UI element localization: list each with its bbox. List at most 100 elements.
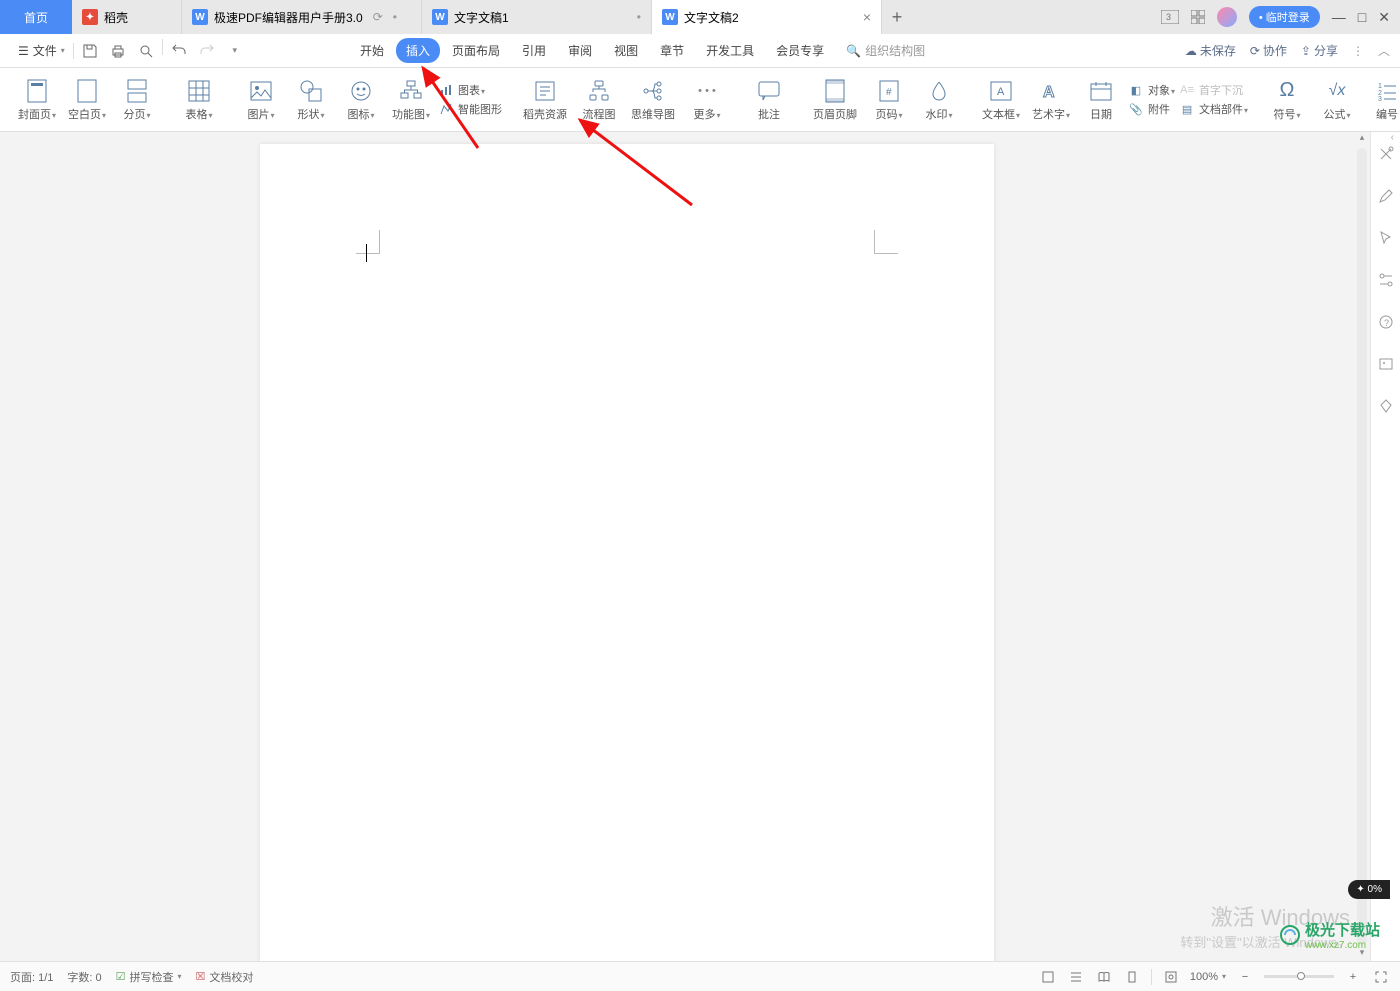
tab-member[interactable]: 会员专享 [766, 38, 834, 63]
spell-check-toggle[interactable]: ☑拼写检查▾ [116, 969, 182, 985]
view-page-button[interactable] [1039, 968, 1057, 986]
icon-button[interactable]: 图标 [338, 72, 384, 128]
undo-button[interactable] [167, 39, 191, 63]
close-tab-icon[interactable]: × [843, 9, 871, 25]
blank-page-button[interactable]: 空白页 [64, 72, 110, 128]
fit-page-button[interactable] [1162, 968, 1180, 986]
settings-panel-button[interactable] [1376, 270, 1396, 290]
avatar[interactable] [1217, 7, 1237, 27]
tab-docker[interactable]: ✦ 稻壳 [72, 0, 182, 34]
attachment-button[interactable]: 📎附件 [1128, 101, 1175, 117]
scroll-down-button[interactable]: ▾ [1354, 947, 1370, 961]
zoom-slider[interactable] [1264, 975, 1334, 978]
fullscreen-button[interactable] [1372, 968, 1390, 986]
svg-text:3: 3 [1378, 96, 1382, 102]
table-icon [186, 78, 212, 104]
login-button[interactable]: • 临时登录 [1249, 6, 1320, 28]
style-panel-button[interactable] [1376, 144, 1396, 164]
view-web-button[interactable] [1123, 968, 1141, 986]
symbol-button[interactable]: Ω符号 [1264, 72, 1310, 128]
header-footer-button[interactable]: 页眉页脚 [808, 72, 862, 128]
tab-developer[interactable]: 开发工具 [696, 38, 764, 63]
page-number-button[interactable]: #页码 [866, 72, 912, 128]
word-count[interactable]: 字数: 0 [67, 969, 101, 985]
tab-view[interactable]: 视图 [604, 38, 648, 63]
scroll-up-button[interactable]: ▴ [1354, 132, 1370, 146]
wordart-button[interactable]: A艺术字 [1028, 72, 1074, 128]
cover-page-button[interactable]: 封面页 [14, 72, 60, 128]
equation-button[interactable]: √x公式 [1314, 72, 1360, 128]
maximize-button[interactable]: □ [1358, 9, 1366, 25]
scroll-track[interactable] [1357, 148, 1367, 945]
share-button[interactable]: ⇪分享 [1301, 42, 1338, 59]
comment-button[interactable]: 批注 [746, 72, 792, 128]
tab-doc2[interactable]: W 文字文稿2 × [652, 0, 882, 34]
tab-insert[interactable]: 插入 [396, 38, 440, 63]
diamond-panel-button[interactable] [1376, 396, 1396, 416]
tab-start[interactable]: 开始 [350, 38, 394, 63]
smart-shape-button[interactable]: 智能图形 [438, 101, 502, 117]
chart-button[interactable]: 图表 [438, 82, 502, 98]
file-menu-button[interactable]: ☰ 文件 ▾ [10, 38, 73, 63]
check-icon: ☑ [116, 970, 126, 983]
view-read-button[interactable] [1095, 968, 1113, 986]
vertical-scrollbar[interactable]: ▴ ▾ [1354, 132, 1370, 961]
view-outline-button[interactable] [1067, 968, 1085, 986]
print-button[interactable] [106, 39, 130, 63]
watermark-button[interactable]: 水印 [916, 72, 962, 128]
more-button[interactable]: • • •更多 [684, 72, 730, 128]
tab-sections[interactable]: 章节 [650, 38, 694, 63]
svg-text:#: # [886, 87, 892, 98]
page-indicator[interactable]: 页面: 1/1 [10, 969, 53, 985]
dropcap-button[interactable]: A≡首字下沉 [1179, 82, 1248, 98]
app-mode-icon[interactable]: 3 [1161, 10, 1179, 24]
collab-button[interactable]: ⟳协作 [1250, 42, 1287, 59]
save-button[interactable] [78, 39, 102, 63]
zoom-in-button[interactable]: + [1344, 968, 1362, 986]
collapse-ribbon-button[interactable]: ︿ [1378, 42, 1390, 59]
zoom-level[interactable]: 100%▾ [1190, 971, 1226, 983]
tab-home[interactable]: 首页 [0, 0, 72, 34]
panel-collapse-button[interactable]: ‹ [1391, 132, 1394, 143]
select-panel-button[interactable] [1376, 228, 1396, 248]
table-button[interactable]: 表格 [176, 72, 222, 128]
document-page[interactable] [260, 144, 994, 961]
flowchart-button[interactable]: 流程图 [576, 72, 622, 128]
chevron-down-icon: ▾ [61, 46, 65, 55]
mindmap-button[interactable]: 思维导图 [626, 72, 680, 128]
shape-button[interactable]: 形状 [288, 72, 334, 128]
more-menu-button[interactable]: ⋮ [1352, 44, 1364, 58]
textbox-button[interactable]: A文本框 [978, 72, 1024, 128]
close-window-button[interactable]: ✕ [1378, 9, 1390, 26]
search-icon: 🔍 [846, 44, 861, 58]
qat-customize-button[interactable]: ▾ [223, 39, 247, 63]
tab-doc1[interactable]: W 文字文稿1 • [422, 0, 652, 34]
print-preview-button[interactable] [134, 39, 158, 63]
redo-button[interactable] [195, 39, 219, 63]
tab-references[interactable]: 引用 [512, 38, 556, 63]
docer-resource-button[interactable]: 稻壳资源 [518, 72, 572, 128]
docpart-button[interactable]: ▤文档部件 [1179, 101, 1248, 117]
proofread-button[interactable]: ☒文档校对 [196, 969, 254, 985]
search-org-chart[interactable]: 🔍 组织结构图 [836, 38, 935, 63]
page-break-button[interactable]: 分页 [114, 72, 160, 128]
smartart-icon [398, 78, 424, 104]
edit-panel-button[interactable] [1376, 186, 1396, 206]
document-canvas[interactable] [0, 132, 1370, 961]
add-tab-button[interactable]: + [882, 0, 912, 34]
help-panel-button[interactable]: ? [1376, 312, 1396, 332]
tab-page-layout[interactable]: 页面布局 [442, 38, 510, 63]
unsaved-indicator[interactable]: ☁未保存 [1185, 42, 1236, 59]
zoom-out-button[interactable]: − [1236, 968, 1254, 986]
minimize-button[interactable]: — [1332, 9, 1346, 25]
progress-pill[interactable]: ✦ 0% [1348, 880, 1390, 899]
object-button[interactable]: ◧对象 [1128, 82, 1175, 98]
date-button[interactable]: 日期 [1078, 72, 1124, 128]
numbering-button[interactable]: 123编号 [1364, 72, 1400, 128]
tab-review[interactable]: 审阅 [558, 38, 602, 63]
smartart-button[interactable]: 功能图 [388, 72, 434, 128]
image-panel-button[interactable] [1376, 354, 1396, 374]
tab-pdf-manual[interactable]: W 极速PDF编辑器用户手册3.0 ⟳ • [182, 0, 422, 34]
picture-button[interactable]: 图片 [238, 72, 284, 128]
apps-icon[interactable] [1191, 10, 1205, 24]
